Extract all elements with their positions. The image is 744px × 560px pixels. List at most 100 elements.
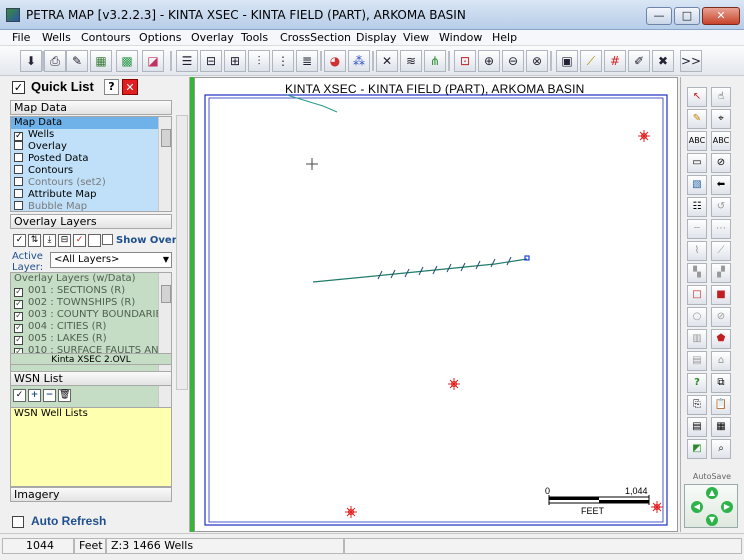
- map-data-item[interactable]: Map Data: [11, 117, 171, 129]
- image-icon[interactable]: ▣: [556, 50, 578, 72]
- overlay-layer-item[interactable]: ✓ 001 : SECTIONS (R): [11, 285, 171, 297]
- fault-lines-icon[interactable]: ≋: [400, 50, 422, 72]
- no-entry-icon[interactable]: ⊘: [711, 153, 731, 173]
- pan-down-icon[interactable]: ▼: [706, 514, 718, 526]
- wsn-check-icon[interactable]: ✓: [13, 389, 26, 402]
- find-icon[interactable]: ⌕: [711, 439, 731, 459]
- wsn-list-item[interactable]: WSN Well Lists: [14, 408, 171, 419]
- checkbox-checked[interactable]: ✓: [14, 288, 23, 297]
- pie-map-icon[interactable]: ◕: [324, 50, 346, 72]
- map-canvas[interactable]: KINTA XSEC - KINTA FIELD (PART), ARKOMA …: [194, 77, 678, 532]
- wsn-trash-icon[interactable]: 🗑: [58, 389, 71, 402]
- checkbox[interactable]: [14, 177, 23, 186]
- arrow-left-icon[interactable]: ⬅: [711, 175, 731, 195]
- zigzag-icon[interactable]: ⌇: [687, 241, 707, 261]
- doc-a-icon[interactable]: ▤: [687, 417, 707, 437]
- map-data-item-overlay[interactable]: Overlay: [11, 141, 171, 153]
- map-view-icon[interactable]: ◩: [687, 439, 707, 459]
- checkbox-checked[interactable]: ✓: [14, 336, 23, 345]
- zoom-out-icon[interactable]: ⊖: [502, 50, 524, 72]
- filled-rectangle-icon[interactable]: ■: [711, 285, 731, 305]
- checkbox[interactable]: [14, 141, 23, 150]
- print-icon[interactable]: ⎙: [44, 50, 66, 72]
- polygon-icon[interactable]: ⬟: [711, 329, 731, 349]
- log-track-icon[interactable]: ⊟: [200, 50, 222, 72]
- checkbox[interactable]: [14, 153, 23, 162]
- menu-crosssection[interactable]: CrossSection: [280, 31, 351, 44]
- maximize-button[interactable]: □: [674, 7, 700, 25]
- slash-circle-icon[interactable]: ⊘: [711, 307, 731, 327]
- left-panel-scrollbar[interactable]: [176, 115, 188, 390]
- curve-icon[interactable]: ↺: [711, 197, 731, 217]
- toolbar-more-button[interactable]: >>: [680, 50, 702, 72]
- zoom-reset-icon[interactable]: ⊗: [526, 50, 548, 72]
- zone-icon[interactable]: ⋮: [272, 50, 294, 72]
- blocks-alt-icon[interactable]: ▞: [711, 263, 731, 283]
- text-box-icon[interactable]: ABC: [711, 131, 731, 151]
- menu-view[interactable]: View: [403, 31, 429, 44]
- circle-icon[interactable]: ○: [687, 307, 707, 327]
- map-data-item-contours-set2[interactable]: Contours (set2): [11, 177, 171, 189]
- close-window-button[interactable]: ✕: [702, 7, 740, 25]
- overlay-layer-item[interactable]: ✓ 003 : COUNTY BOUNDARIES: [11, 309, 171, 321]
- quick-list-close-button[interactable]: ✕: [122, 79, 138, 95]
- stamp-icon[interactable]: ▤: [687, 351, 707, 371]
- help-icon[interactable]: ?: [687, 373, 707, 393]
- zoom-in-icon[interactable]: ⊕: [478, 50, 500, 72]
- network-icon[interactable]: ⋔: [424, 50, 446, 72]
- cross-wells-icon[interactable]: ✕: [376, 50, 398, 72]
- menu-overlay[interactable]: Overlay: [191, 31, 234, 44]
- contour-map-icon[interactable]: ▦: [90, 50, 112, 72]
- menu-tools[interactable]: Tools: [241, 31, 268, 44]
- checkbox-checked[interactable]: ✓: [14, 312, 23, 321]
- zoom-extent-icon[interactable]: ⊡: [454, 50, 476, 72]
- menu-window[interactable]: Window: [439, 31, 482, 44]
- checkbox[interactable]: [14, 189, 23, 198]
- trash-icon[interactable]: ▥: [687, 329, 707, 349]
- cross-section-icon[interactable]: ⊞: [224, 50, 246, 72]
- pan-right-icon[interactable]: ▶: [721, 501, 733, 513]
- menu-options[interactable]: Options: [139, 31, 181, 44]
- checkbox[interactable]: [14, 165, 23, 174]
- wellbore-icon[interactable]: ☰: [176, 50, 198, 72]
- polyline-icon[interactable]: ⟋: [711, 241, 731, 261]
- menu-display[interactable]: Display: [356, 31, 397, 44]
- minimize-button[interactable]: —: [646, 7, 672, 25]
- show-over-checkbox[interactable]: [102, 234, 113, 245]
- color-grid-icon[interactable]: ▩: [116, 50, 138, 72]
- stacked-panels-icon[interactable]: ≣: [296, 50, 318, 72]
- layer-check-icon[interactable]: ✓: [73, 234, 86, 247]
- map-data-scrollbar[interactable]: [158, 117, 171, 211]
- grid-icon[interactable]: #: [604, 50, 626, 72]
- dash-line-icon[interactable]: ┄: [687, 219, 707, 239]
- edit-page-icon[interactable]: ✎: [66, 50, 88, 72]
- map-data-item-attribute-map[interactable]: Attribute Map: [11, 189, 171, 201]
- ruler-icon[interactable]: ⟋: [580, 50, 602, 72]
- menu-file[interactable]: File: [12, 31, 30, 44]
- layer-uncheck-icon[interactable]: [88, 234, 101, 247]
- pan-up-icon[interactable]: ▲: [706, 487, 718, 499]
- wsn-remove-icon[interactable]: −: [43, 389, 56, 402]
- select-arrow-icon[interactable]: ↖: [687, 87, 707, 107]
- image-place-icon[interactable]: ▧: [687, 175, 707, 195]
- layer-order-icon[interactable]: ⇅: [28, 234, 41, 247]
- wsn-add-icon[interactable]: +: [28, 389, 41, 402]
- map-data-item-contours[interactable]: Contours: [11, 165, 171, 177]
- pan-left-icon[interactable]: ◀: [691, 501, 703, 513]
- bubble-map-icon[interactable]: ⁂: [348, 50, 370, 72]
- text-tool-icon[interactable]: ABC: [687, 131, 707, 151]
- paste-icon[interactable]: 📋: [711, 395, 731, 415]
- doc-b-icon[interactable]: ▦: [711, 417, 731, 437]
- quick-list-help-button[interactable]: ?: [104, 79, 119, 95]
- well-path-icon[interactable]: ⫶: [248, 50, 270, 72]
- check-all-icon[interactable]: ✓: [13, 234, 26, 247]
- layer-move-icon[interactable]: ⧉: [711, 373, 731, 393]
- quick-list-checkbox[interactable]: ✓: [12, 81, 25, 94]
- pointer-icon[interactable]: ☝: [711, 87, 731, 107]
- gradient-map-icon[interactable]: ◪: [142, 50, 164, 72]
- checkbox-checked[interactable]: ✓: [14, 324, 23, 333]
- layer-add-icon[interactable]: ⤓: [43, 234, 56, 247]
- list-icon[interactable]: ☷: [687, 197, 707, 217]
- checkbox[interactable]: [14, 201, 23, 210]
- menu-wells[interactable]: Wells: [42, 31, 71, 44]
